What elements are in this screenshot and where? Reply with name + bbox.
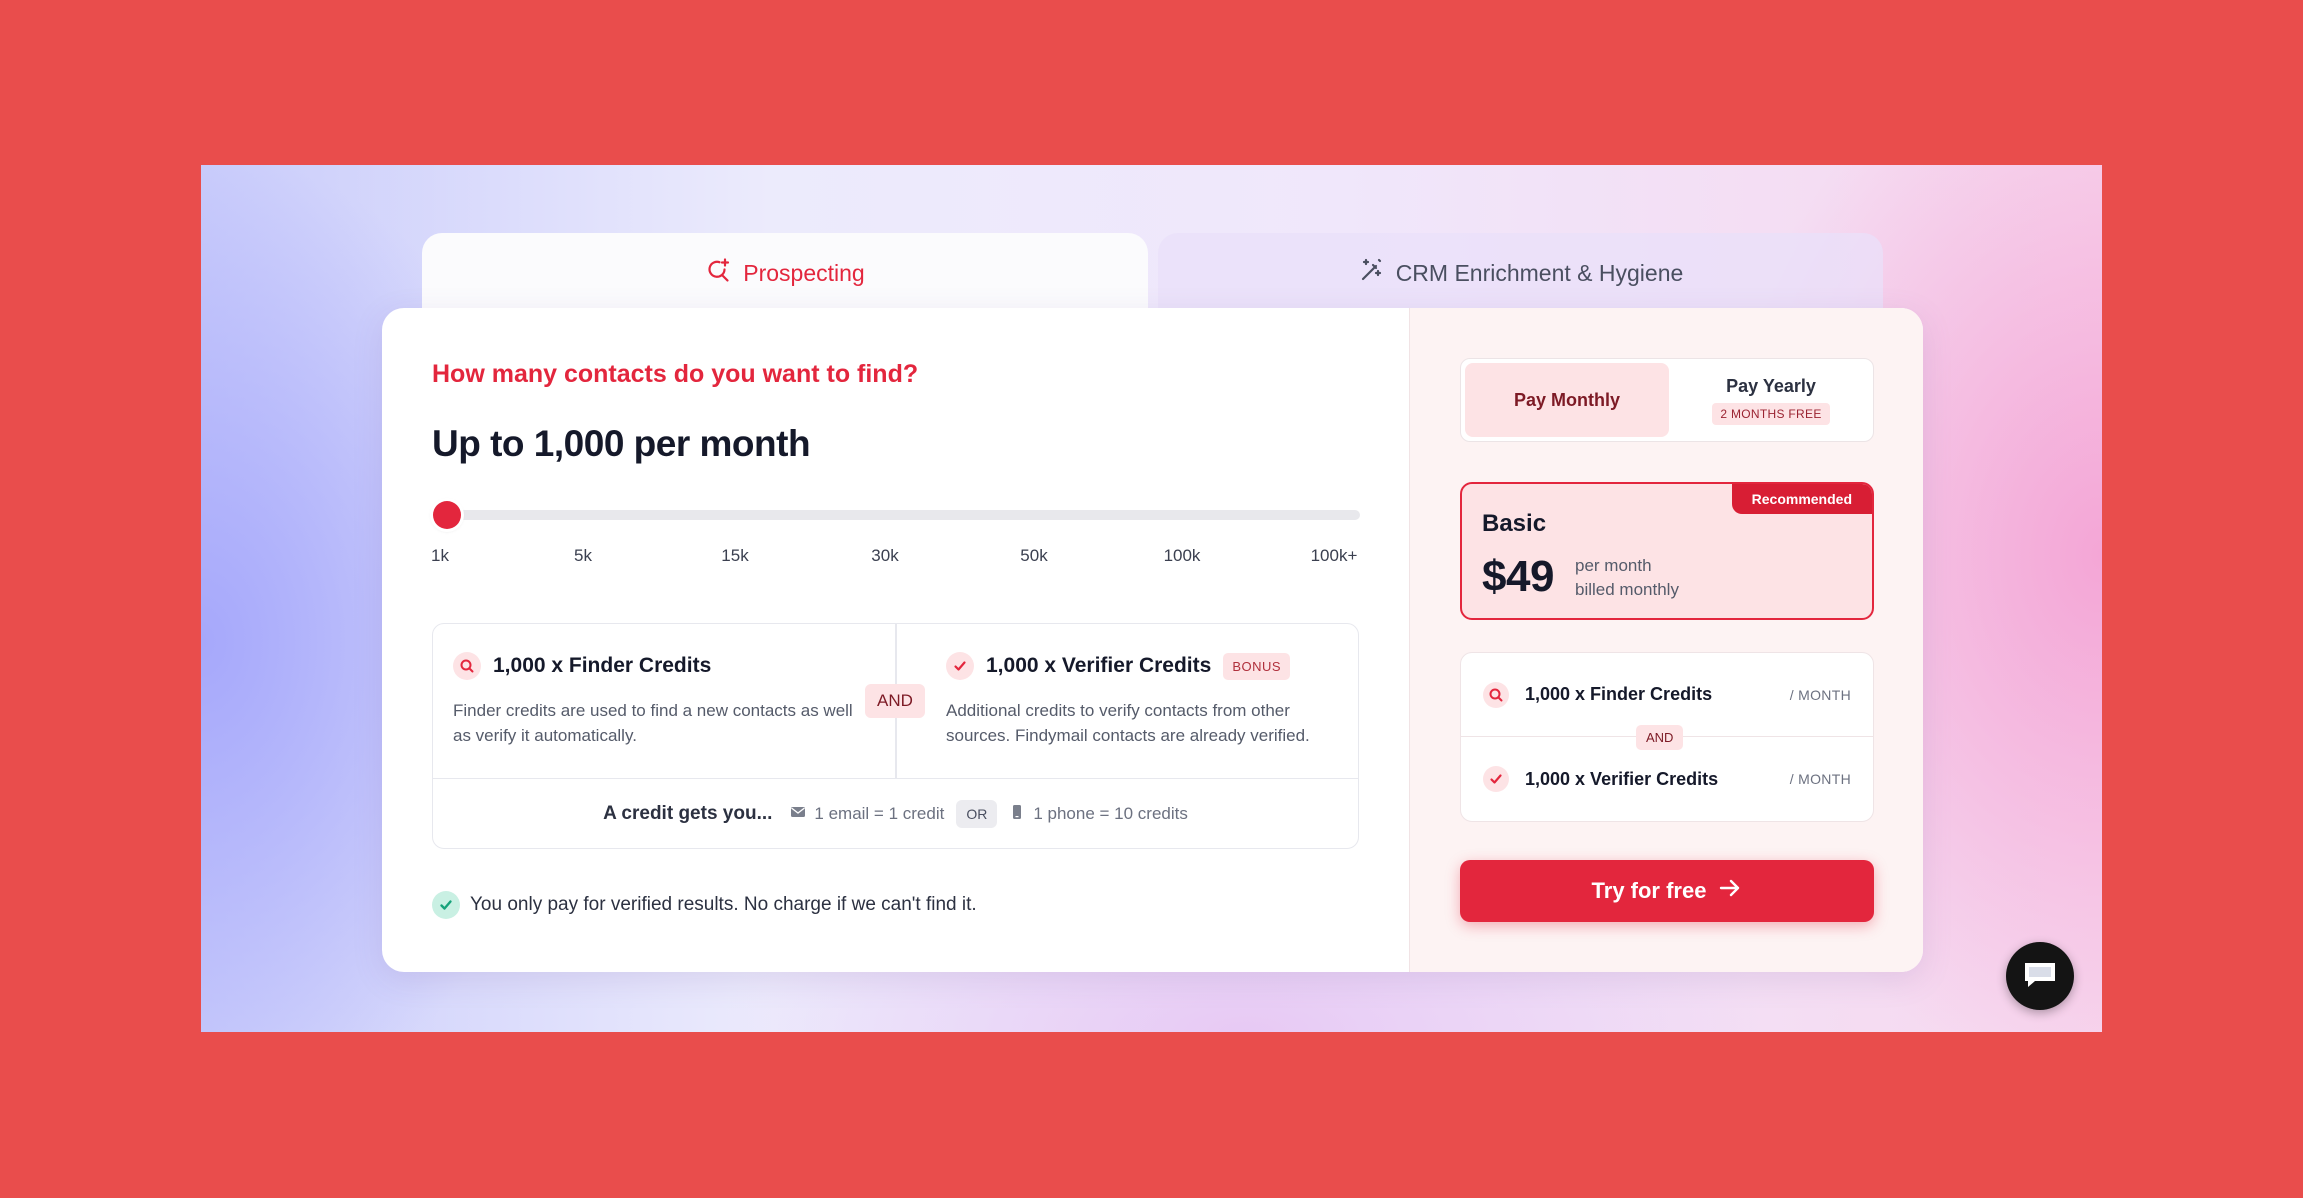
or-badge: OR bbox=[956, 800, 998, 828]
finder-credits-desc: Finder credits are used to find a new co… bbox=[453, 701, 853, 745]
slider-tick[interactable]: 100k+ bbox=[1311, 546, 1358, 566]
tab-crm-enrichment[interactable]: CRM Enrichment & Hygiene bbox=[1158, 233, 1883, 313]
billing-toggle: Pay Monthly Pay Yearly 2 MONTHS FREE bbox=[1460, 358, 1874, 442]
pay-monthly-label: Pay Monthly bbox=[1513, 389, 1620, 410]
plan-price: $49 bbox=[1482, 552, 1554, 601]
slider-tick[interactable]: 100k bbox=[1164, 546, 1201, 566]
verifier-credits-desc: Additional credits to verify contacts fr… bbox=[946, 701, 1310, 745]
plan-name: Basic bbox=[1482, 510, 1547, 537]
guarantee-text: You only pay for verified results. No ch… bbox=[470, 894, 977, 915]
per-month-unit: / MONTH bbox=[1789, 686, 1851, 703]
slider-tick[interactable]: 15k bbox=[721, 546, 748, 566]
bonus-badge: BONUS bbox=[1223, 652, 1291, 680]
finder-credits-title: 1,000 x Finder Credits bbox=[493, 654, 712, 677]
volume-slider-track[interactable] bbox=[436, 510, 1360, 520]
credit-gets-label: A credit gets you... bbox=[603, 803, 773, 824]
verifier-credits-title: 1,000 x Verifier Credits bbox=[986, 654, 1212, 677]
question-heading: How many contacts do you want to find? bbox=[432, 360, 919, 388]
try-for-free-button[interactable]: Try for free bbox=[1460, 860, 1874, 922]
arrow-right-icon bbox=[1718, 878, 1742, 904]
slider-tick[interactable]: 1k bbox=[431, 546, 449, 566]
tab-prospecting[interactable]: Prospecting bbox=[422, 233, 1148, 313]
and-badge: AND bbox=[1636, 725, 1684, 750]
plan-includes: 1,000 x Finder Credits / MONTH AND 1,000… bbox=[1460, 652, 1874, 822]
envelope-icon bbox=[790, 804, 806, 824]
search-icon bbox=[1483, 681, 1509, 708]
guarantee-note: You only pay for verified results. No ch… bbox=[432, 891, 977, 919]
price-period: per month bbox=[1575, 556, 1652, 575]
pricing-card: How many contacts do you want to find? U… bbox=[382, 308, 1923, 972]
finder-credits: 1,000 x Finder Credits Finder credits ar… bbox=[453, 652, 873, 748]
credit-value-row: A credit gets you... 1 email = 1 credit … bbox=[433, 779, 1358, 849]
verifier-credits: 1,000 x Verifier Credits BONUS Additiona… bbox=[946, 652, 1346, 748]
plan-billing-period: per month billed monthly bbox=[1575, 554, 1679, 602]
volume-headline: Up to 1,000 per month bbox=[432, 423, 811, 464]
search-sparkle-icon bbox=[705, 257, 731, 289]
magic-wand-icon bbox=[1358, 257, 1384, 289]
try-button-label: Try for free bbox=[1591, 878, 1707, 903]
slider-tick[interactable]: 5k bbox=[574, 546, 592, 566]
pay-yearly-label: Pay Yearly bbox=[1726, 375, 1816, 396]
plan-card: Recommended Basic $49 per month billed m… bbox=[1460, 482, 1874, 620]
pricing-section: Prospecting CRM Enrichment & Hygiene How… bbox=[201, 165, 2102, 1032]
pay-yearly-option[interactable]: Pay Yearly 2 MONTHS FREE bbox=[1671, 363, 1871, 437]
tab-label: Prospecting bbox=[743, 259, 865, 286]
recommended-badge: Recommended bbox=[1731, 484, 1872, 514]
search-icon bbox=[453, 652, 481, 680]
chat-launcher-button[interactable] bbox=[2006, 942, 2074, 1010]
verifier-credits-summary: 1,000 x Verifier Credits bbox=[1525, 768, 1719, 789]
tab-label: CRM Enrichment & Hygiene bbox=[1395, 259, 1684, 286]
slider-tick[interactable]: 50k bbox=[1020, 546, 1047, 566]
check-circle-icon bbox=[432, 891, 460, 919]
per-month-unit: / MONTH bbox=[1789, 771, 1851, 787]
pay-monthly-option[interactable]: Pay Monthly bbox=[1465, 363, 1669, 437]
months-free-badge: 2 MONTHS FREE bbox=[1712, 402, 1830, 425]
plan-summary-panel: Pay Monthly Pay Yearly 2 MONTHS FREE Rec… bbox=[1409, 308, 1923, 972]
calculator-panel: How many contacts do you want to find? U… bbox=[382, 308, 1409, 972]
check-icon bbox=[1483, 766, 1509, 792]
email-credit-rate: 1 email = 1 credit bbox=[814, 804, 945, 823]
chat-bubble-icon bbox=[2021, 957, 2059, 996]
finder-credits-summary: 1,000 x Finder Credits bbox=[1525, 684, 1713, 704]
and-badge: AND bbox=[865, 684, 925, 718]
credits-breakdown: 1,000 x Finder Credits Finder credits ar… bbox=[432, 623, 1359, 849]
billing-frequency: billed monthly bbox=[1575, 580, 1679, 599]
check-icon bbox=[946, 652, 974, 680]
phone-icon bbox=[1009, 804, 1025, 824]
slider-tick[interactable]: 30k bbox=[871, 546, 898, 566]
phone-credit-rate: 1 phone = 10 credits bbox=[1033, 804, 1188, 823]
volume-slider-handle[interactable] bbox=[433, 501, 461, 529]
